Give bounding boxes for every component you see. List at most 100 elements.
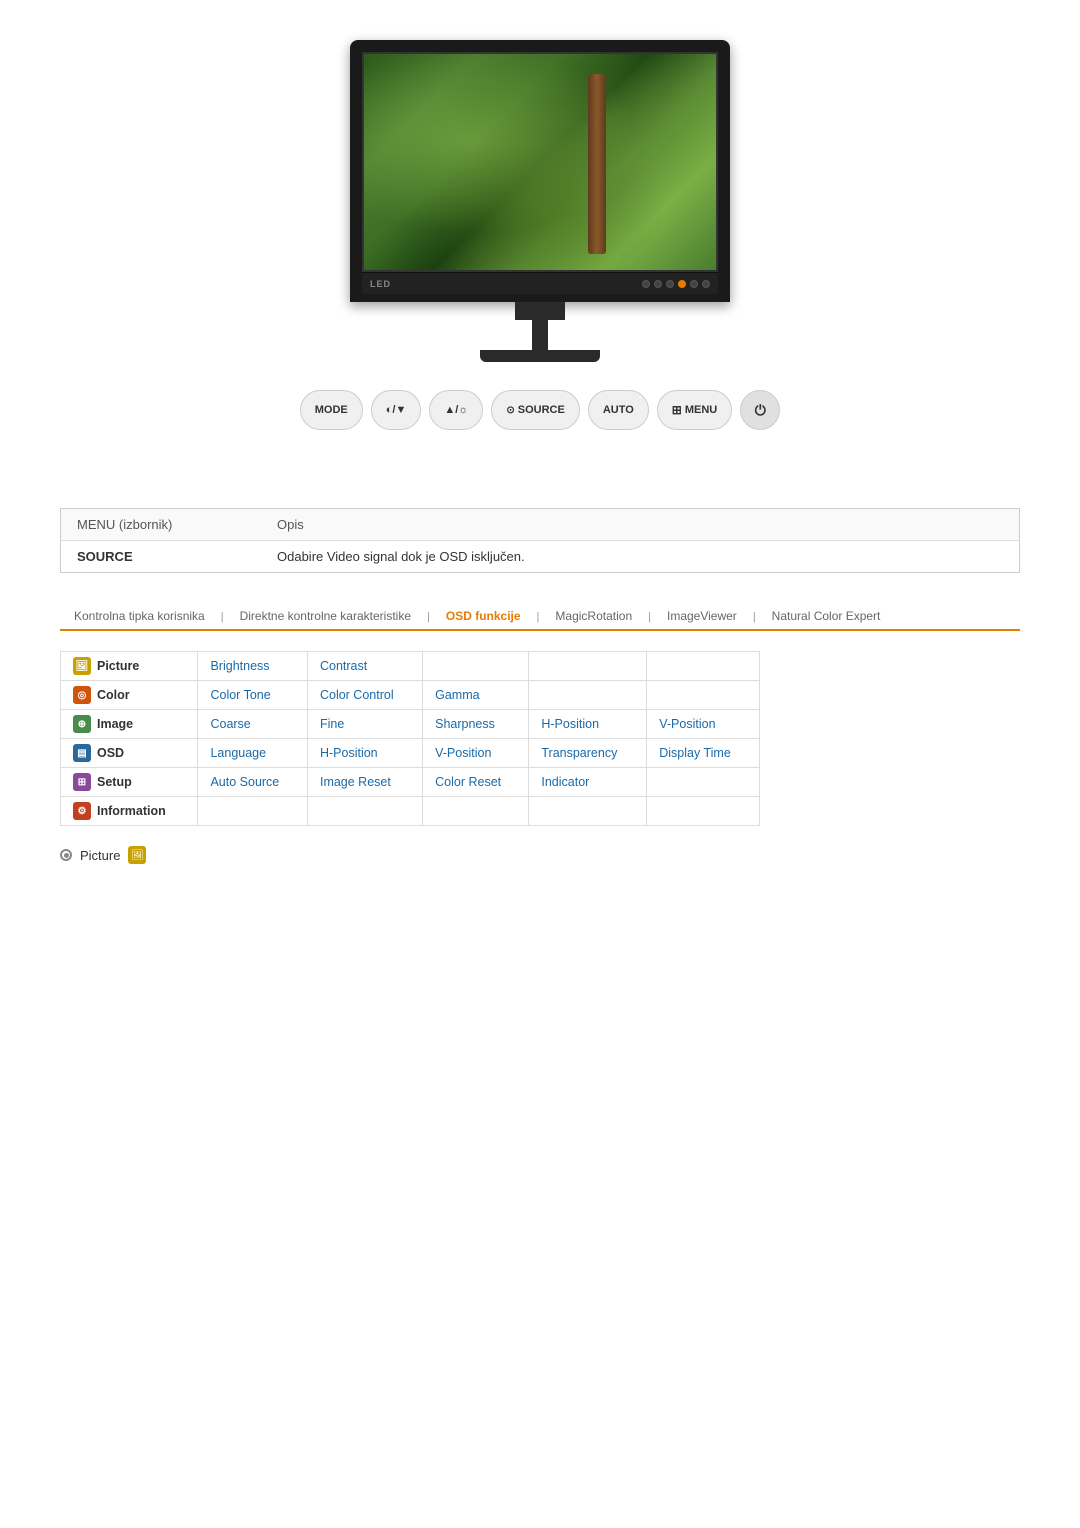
osd-image-hposition[interactable]: H-Position <box>529 710 647 739</box>
tab-imageviewer[interactable]: ImageViewer <box>653 603 751 631</box>
osd-row-picture: 🖼 Picture Brightness Contrast <box>61 652 760 681</box>
coarse-link[interactable]: Coarse <box>210 717 250 731</box>
tab-direktne[interactable]: Direktne kontrolne karakteristike <box>226 603 425 631</box>
brightness-link[interactable]: Brightness <box>210 659 269 673</box>
osd-picture-label: 🖼 Picture <box>73 657 185 675</box>
osd-setup-autosource[interactable]: Auto Source <box>198 768 308 797</box>
indicator-link[interactable]: Indicator <box>541 775 589 789</box>
osd-color-tone[interactable]: Color Tone <box>198 681 308 710</box>
osd-setup-imagereset[interactable]: Image Reset <box>307 768 422 797</box>
osd-setup-indicator[interactable]: Indicator <box>529 768 647 797</box>
osd-image-vposition[interactable]: V-Position <box>647 710 760 739</box>
monitor-stand-mid <box>532 320 548 350</box>
sharpness-link[interactable]: Sharpness <box>435 717 495 731</box>
menu-table-source-desc: Odabire Video signal dok je OSD isključe… <box>261 541 1019 573</box>
picture-text-label: Picture <box>80 848 120 863</box>
monitor-stand-base <box>480 350 600 362</box>
tab-kontrolna[interactable]: Kontrolna tipka korisnika <box>60 603 219 631</box>
osd-info-empty2 <box>307 797 422 826</box>
osd-osd-vposition[interactable]: V-Position <box>423 739 529 768</box>
menu-button[interactable]: ⊞ MENU <box>657 390 732 430</box>
auto-source-link[interactable]: Auto Source <box>210 775 279 789</box>
color-tone-link[interactable]: Color Tone <box>210 688 270 702</box>
osd-image-coarse[interactable]: Coarse <box>198 710 308 739</box>
contrast-link[interactable]: Contrast <box>320 659 367 673</box>
menu-table-source-label: SOURCE <box>61 541 261 573</box>
picture-small-icon: 🖼 <box>128 846 146 864</box>
menu-table-col2-header: Opis <box>261 509 1019 541</box>
source-icon: ⊙ <box>506 405 514 416</box>
osd-info-empty1 <box>198 797 308 826</box>
osd-color-control[interactable]: Color Control <box>307 681 422 710</box>
gamma-link[interactable]: Gamma <box>435 688 479 702</box>
menu-table: MENU (izbornik) Opis SOURCE Odabire Vide… <box>61 509 1019 572</box>
osd-info-empty4 <box>529 797 647 826</box>
osd-picture-contrast[interactable]: Contrast <box>307 652 422 681</box>
monitor-stand-top <box>515 302 565 320</box>
transparency-link[interactable]: Transparency <box>541 746 617 760</box>
tab-sep-2: | <box>425 611 432 623</box>
osd-picture-empty3 <box>647 652 760 681</box>
picture-menu-icon: 🖼 <box>73 657 91 675</box>
information-menu-icon: ⚙ <box>73 802 91 820</box>
power-button[interactable]: ⏻ <box>740 390 780 430</box>
osd-vposition-link[interactable]: V-Position <box>435 746 491 760</box>
tab-osd[interactable]: OSD funkcije <box>432 603 535 631</box>
contrast-button[interactable]: ▲/☼ <box>429 390 483 430</box>
tab-magicrotation[interactable]: MagicRotation <box>541 603 646 631</box>
tab-naturalcolor[interactable]: Natural Color Expert <box>758 603 895 631</box>
monitor-body: LED <box>350 40 730 302</box>
setup-menu-icon: ⊞ <box>73 773 91 791</box>
image-reset-link[interactable]: Image Reset <box>320 775 391 789</box>
monitor-section: LED MODE ◐/▼ ▲/☼ ⊙ SOURCE <box>0 0 1080 468</box>
image-menu-icon: ⊕ <box>73 715 91 733</box>
menu-icon: ⊞ <box>672 403 682 417</box>
osd-picture-brightness[interactable]: Brightness <box>198 652 308 681</box>
osd-osd-displaytime[interactable]: Display Time <box>647 739 760 768</box>
information-label-text: Information <box>97 804 166 818</box>
osd-menu-image-cell: ⊕ Image <box>61 710 198 739</box>
monitor-indicator-dot5 <box>690 280 698 288</box>
tab-sep-3: | <box>535 611 542 623</box>
image-hposition-link[interactable]: H-Position <box>541 717 599 731</box>
control-buttons-row: MODE ◐/▼ ▲/☼ ⊙ SOURCE AUTO ⊞ MENU ⏻ <box>284 382 797 438</box>
osd-info-empty5 <box>647 797 760 826</box>
color-label-text: Color <box>97 688 130 702</box>
menu-table-header-row: MENU (izbornik) Opis <box>61 509 1019 541</box>
color-control-link[interactable]: Color Control <box>320 688 394 702</box>
monitor-bottom-bar: LED <box>362 272 718 294</box>
osd-hposition-link[interactable]: H-Position <box>320 746 378 760</box>
fine-link[interactable]: Fine <box>320 717 344 731</box>
color-menu-icon: ◎ <box>73 686 91 704</box>
monitor-indicator-dot <box>642 280 650 288</box>
osd-image-fine[interactable]: Fine <box>307 710 422 739</box>
auto-button[interactable]: AUTO <box>588 390 649 430</box>
osd-setup-colorreset[interactable]: Color Reset <box>423 768 529 797</box>
osd-osd-hposition[interactable]: H-Position <box>307 739 422 768</box>
nav-tabs: Kontrolna tipka korisnika | Direktne kon… <box>60 603 1020 631</box>
osd-color-empty2 <box>647 681 760 710</box>
tab-sep-4: | <box>646 611 653 623</box>
language-link[interactable]: Language <box>210 746 266 760</box>
osd-osd-language[interactable]: Language <box>198 739 308 768</box>
osd-menu-picture-cell: 🖼 Picture <box>61 652 198 681</box>
monitor-indicator-dot6 <box>702 280 710 288</box>
mode-button[interactable]: MODE <box>300 390 363 430</box>
led-label: LED <box>370 279 391 289</box>
image-vposition-link[interactable]: V-Position <box>659 717 715 731</box>
display-time-link[interactable]: Display Time <box>659 746 731 760</box>
source-button[interactable]: ⊙ SOURCE <box>491 390 579 430</box>
osd-picture-empty1 <box>423 652 529 681</box>
image-label-text: Image <box>97 717 133 731</box>
color-reset-link[interactable]: Color Reset <box>435 775 501 789</box>
osd-color-gamma[interactable]: Gamma <box>423 681 529 710</box>
monitor-indicator-dot2 <box>654 280 662 288</box>
brightness-button[interactable]: ◐/▼ <box>371 390 422 430</box>
osd-label-text: OSD <box>97 746 124 760</box>
osd-osd-transparency[interactable]: Transparency <box>529 739 647 768</box>
monitor-indicator-dot3 <box>666 280 674 288</box>
tab-sep-5: | <box>751 611 758 623</box>
osd-image-sharpness[interactable]: Sharpness <box>423 710 529 739</box>
osd-table-section: 🖼 Picture Brightness Contrast ◎ Color Co… <box>60 651 1020 826</box>
picture-label-section: Picture 🖼 <box>60 846 1020 864</box>
